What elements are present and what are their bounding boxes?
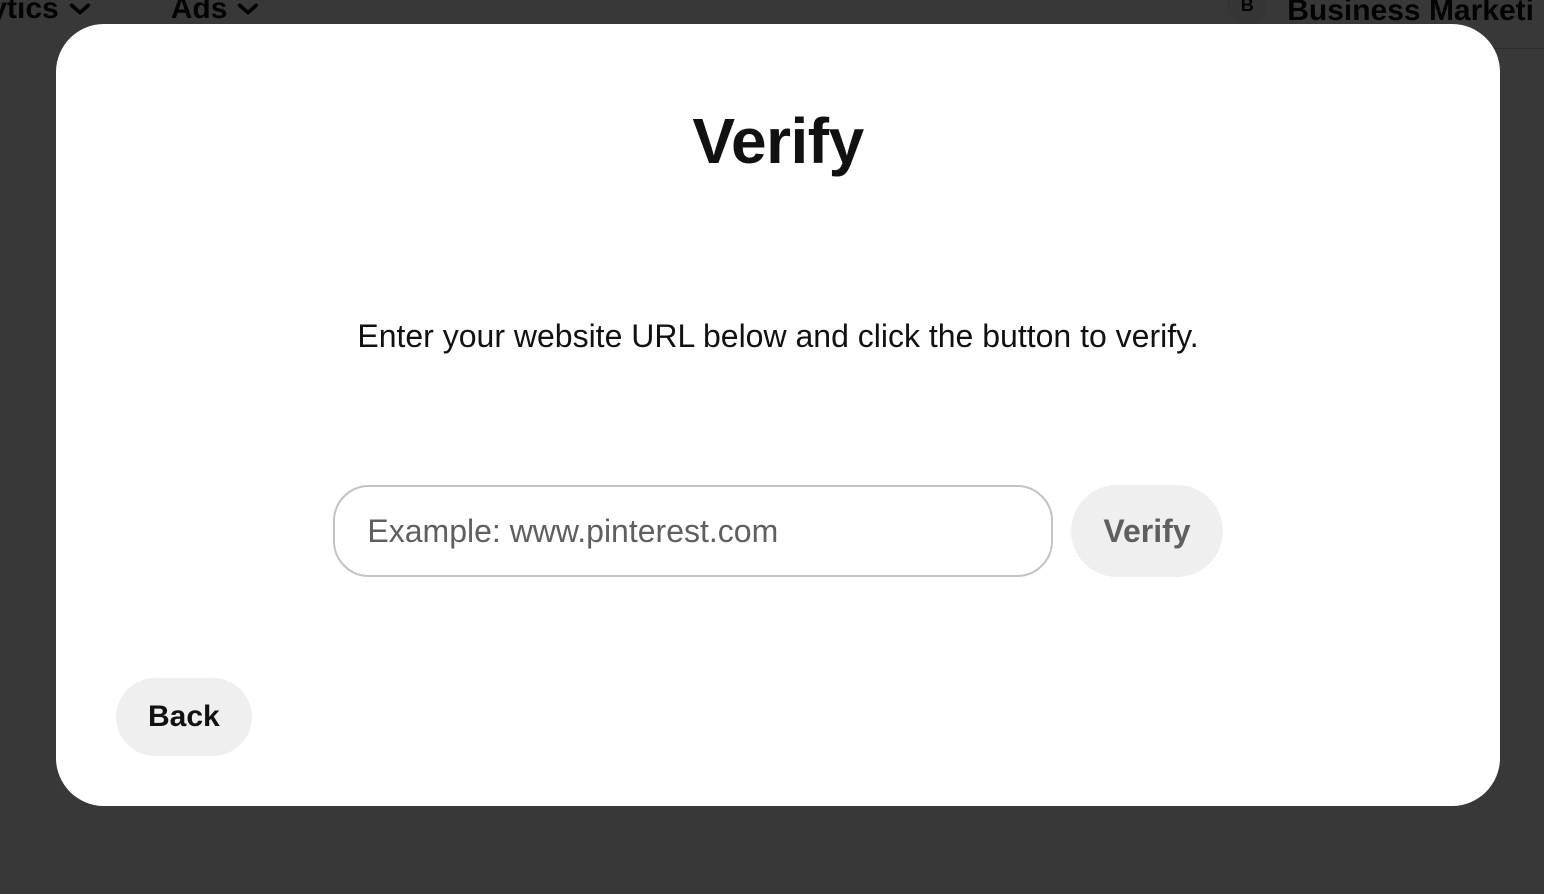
verify-modal: Verify Enter your website URL below and … — [56, 24, 1500, 806]
modal-title: Verify — [116, 104, 1440, 178]
input-row: Verify — [116, 485, 1440, 577]
website-url-input[interactable] — [333, 485, 1053, 577]
verify-button[interactable]: Verify — [1071, 485, 1222, 577]
back-button[interactable]: Back — [116, 678, 252, 756]
modal-subtitle: Enter your website URL below and click t… — [116, 318, 1440, 355]
